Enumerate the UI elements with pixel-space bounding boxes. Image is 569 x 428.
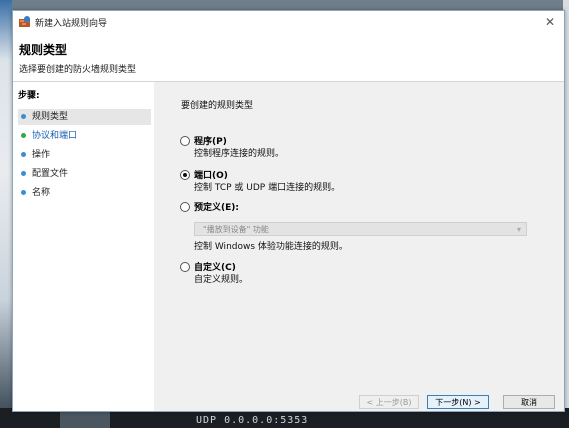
- title-bar: 新建入站规则向导 ✕: [13, 11, 564, 33]
- step-label: 配置文件: [32, 169, 69, 179]
- option-title[interactable]: 预定义(E):: [194, 200, 239, 213]
- option-description: 控制程序连接的规则。: [194, 149, 285, 159]
- step-bullet-icon: [21, 170, 26, 176]
- predefined-select[interactable]: "播放到设备" 功能 ▾: [194, 222, 527, 236]
- page-title: 规则类型: [19, 43, 68, 57]
- wizard-content: 要创建的规则类型 程序(P) 控制程序连接的规则。 端口(O) 控制 TCP 或…: [154, 82, 564, 411]
- chevron-down-icon: ▾: [516, 225, 521, 234]
- steps-label: 步骤:: [18, 91, 40, 101]
- step-bullet-icon: [21, 151, 26, 157]
- option-description: 控制 TCP 或 UDP 端口连接的规则。: [194, 183, 341, 193]
- steps-sidebar: 步骤: 规则类型 协议和端口 操作 配置文件 名称: [13, 82, 153, 411]
- background-taskbar-text: UDP 0.0.0.0:5353: [196, 415, 309, 426]
- predefined-select-value: "播放到设备" 功能: [203, 225, 269, 234]
- step-rule-type[interactable]: 规则类型: [18, 109, 151, 125]
- step-profile[interactable]: 配置文件: [18, 166, 151, 182]
- firewall-icon: [19, 16, 30, 27]
- option-description: 控制 Windows 体验功能连接的规则。: [194, 242, 348, 252]
- close-button[interactable]: ✕: [542, 14, 558, 30]
- wizard-window: 新建入站规则向导 ✕ 规则类型 选择要创建的防火墙规则类型 步骤: 规则类型 协…: [12, 10, 565, 412]
- back-button[interactable]: < 上一步(B): [359, 395, 419, 409]
- step-bullet-icon: [21, 132, 26, 138]
- wizard-header: 规则类型 选择要创建的防火墙规则类型: [13, 33, 564, 82]
- radio-predefined[interactable]: [180, 202, 190, 212]
- background-left-strip: [0, 0, 12, 428]
- radio-port[interactable]: [180, 170, 190, 180]
- step-label: 规则类型: [32, 112, 69, 122]
- step-action[interactable]: 操作: [18, 147, 151, 163]
- next-button[interactable]: 下一步(N) >: [427, 395, 489, 409]
- page-subtitle: 选择要创建的防火墙规则类型: [19, 65, 137, 75]
- radio-program[interactable]: [180, 136, 190, 146]
- step-protocol-port[interactable]: 协议和端口: [18, 128, 151, 144]
- radio-custom[interactable]: [180, 262, 190, 272]
- window-title: 新建入站规则向导: [35, 19, 108, 29]
- cancel-button[interactable]: 取消: [503, 395, 555, 409]
- step-bullet-icon: [21, 113, 26, 119]
- step-bullet-icon: [21, 189, 26, 195]
- question-label: 要创建的规则类型: [181, 101, 254, 111]
- option-description: 自定义规则。: [194, 275, 249, 285]
- step-label: 操作: [32, 150, 51, 160]
- step-label: 名称: [32, 188, 51, 198]
- step-name[interactable]: 名称: [18, 185, 151, 201]
- step-label: 协议和端口: [32, 131, 78, 141]
